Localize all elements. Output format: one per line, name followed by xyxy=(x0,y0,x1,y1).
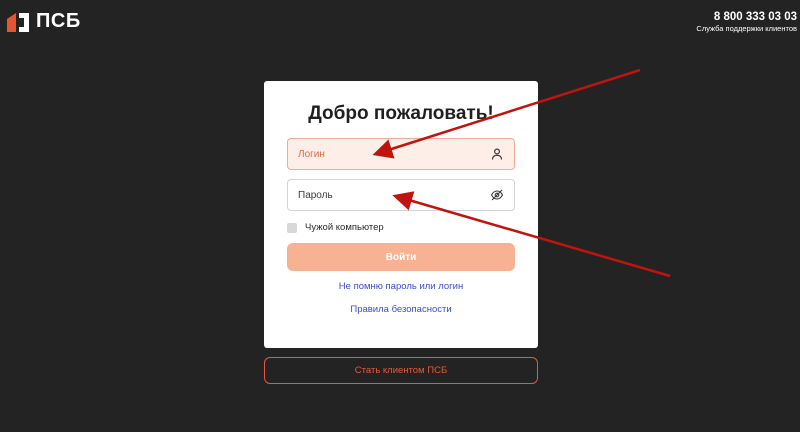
security-rules-link[interactable]: Правила безопасности xyxy=(264,304,538,315)
support-block: 8 800 333 03 03 Служба поддержки клиенто… xyxy=(696,11,797,34)
login-input[interactable] xyxy=(298,148,490,160)
login-field[interactable] xyxy=(287,138,515,170)
psb-logo-icon xyxy=(7,12,29,32)
foreign-computer-label: Чужой компьютер xyxy=(305,222,384,233)
page-title: Добро пожаловать! xyxy=(308,103,494,124)
header-logo[interactable]: ПСБ xyxy=(6,10,81,33)
password-field[interactable] xyxy=(287,179,515,211)
support-label: Служба поддержки клиентов xyxy=(696,24,797,33)
become-client-button[interactable]: Стать клиентом ПСБ xyxy=(264,357,538,384)
support-phone[interactable]: 8 800 333 03 03 xyxy=(696,11,797,24)
remember-row[interactable]: Чужой компьютер xyxy=(287,222,384,233)
eye-off-icon[interactable] xyxy=(490,188,504,202)
user-icon xyxy=(491,148,503,160)
forgot-password-link[interactable]: Не помню пароль или логин xyxy=(264,281,538,292)
logo-text: ПСБ xyxy=(36,10,81,32)
login-card: Добро пожаловать! Чужой компьютер Войти … xyxy=(264,81,538,348)
password-input[interactable] xyxy=(298,189,490,201)
foreign-computer-checkbox[interactable] xyxy=(287,222,297,233)
submit-button[interactable]: Войти xyxy=(287,243,515,271)
